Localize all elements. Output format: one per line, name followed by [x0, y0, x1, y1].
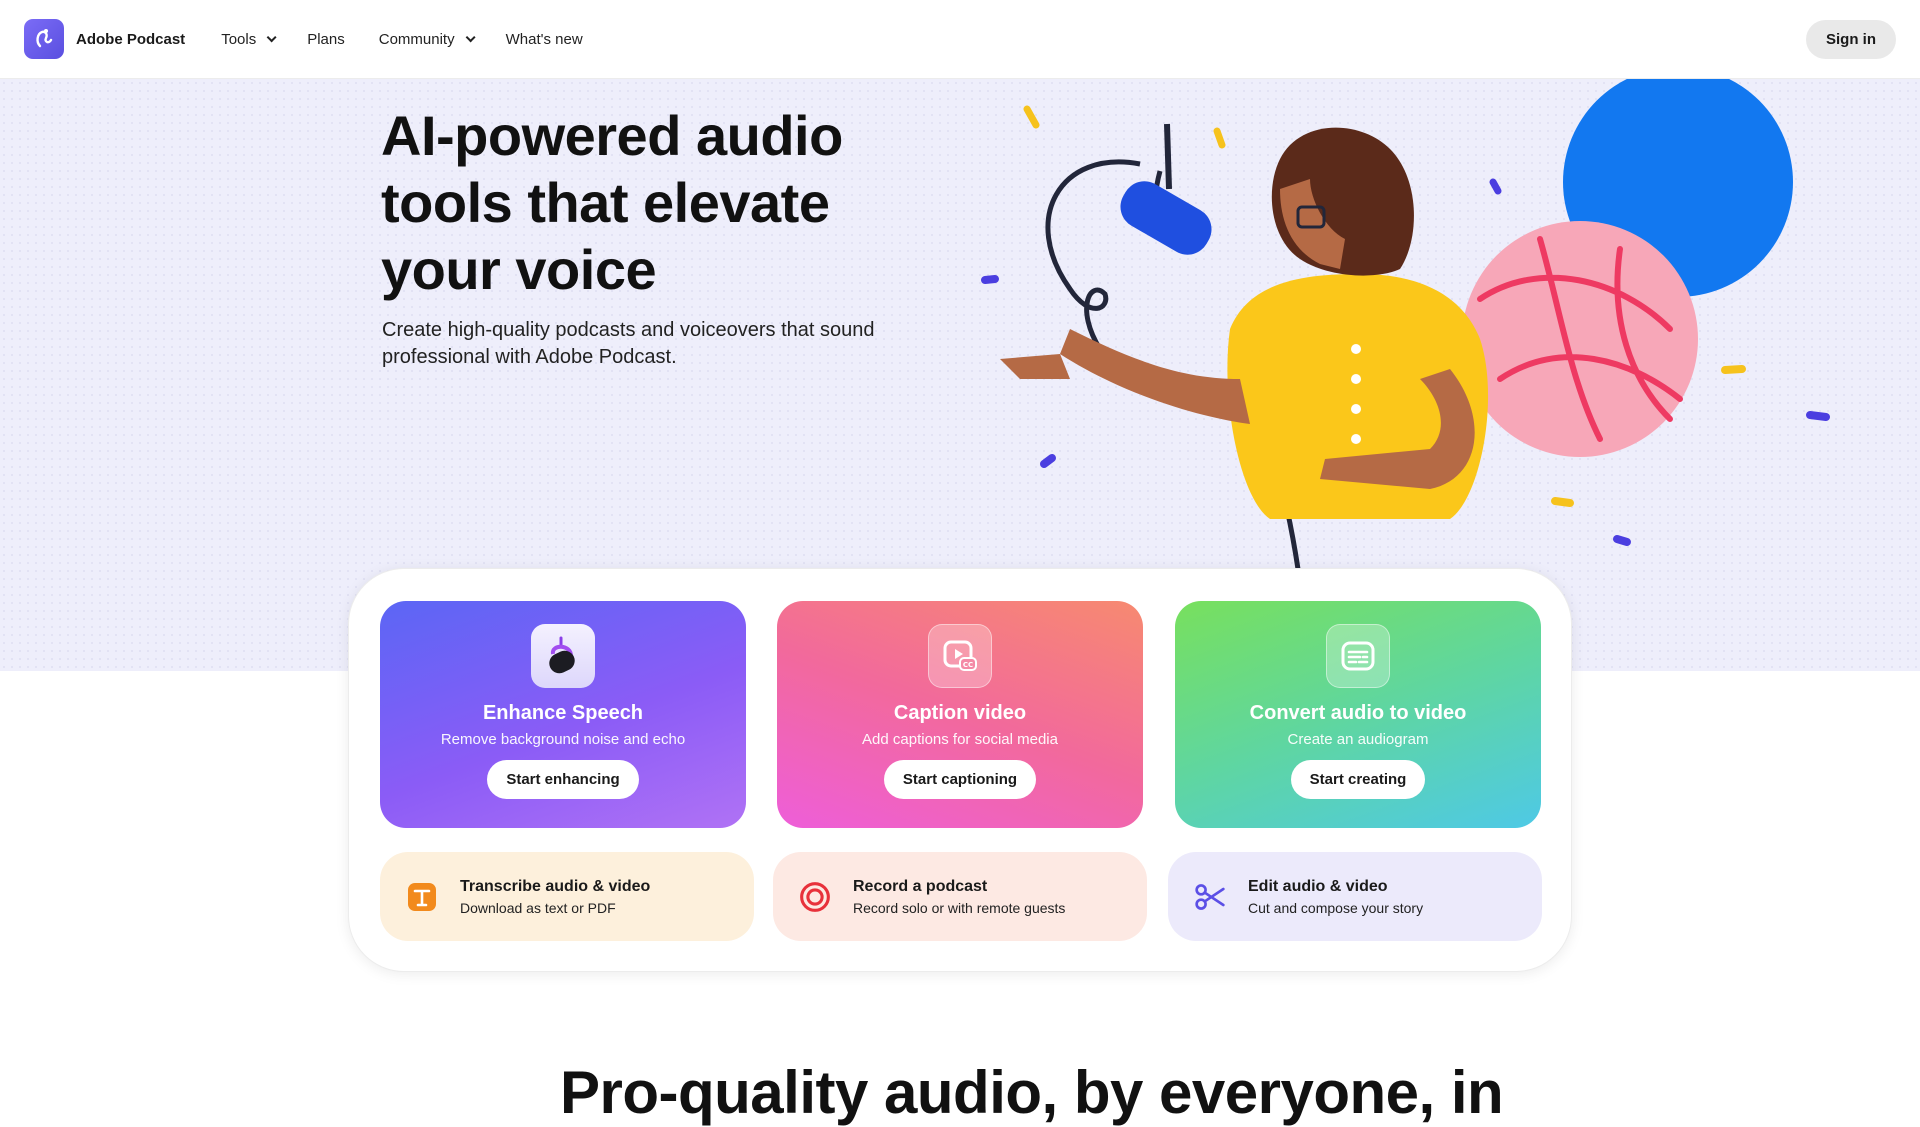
record-podcast-subtitle: Record solo or with remote guests: [853, 899, 1066, 916]
convert-audio-subtitle: Create an audiogram: [1287, 731, 1429, 748]
svg-text:CC: CC: [963, 661, 973, 669]
nav-tools[interactable]: Tools: [221, 30, 277, 48]
edit-audio-video-subtitle: Cut and compose your story: [1248, 899, 1424, 916]
enhance-speech-card[interactable]: Enhance Speech Remove background noise a…: [380, 601, 746, 828]
nav-whats-new[interactable]: What's new: [506, 31, 583, 48]
nav-plans-label: Plans: [307, 30, 345, 48]
nav-tools-label: Tools: [221, 30, 257, 48]
nav-community[interactable]: Community: [378, 30, 476, 48]
start-creating-button[interactable]: Start creating: [1290, 760, 1426, 799]
enhance-speech-subtitle: Remove background noise and echo: [440, 731, 686, 748]
audiogram-icon: [1326, 624, 1390, 688]
nav-whats-new-label: What's new: [505, 30, 583, 48]
caption-video-icon: CC: [928, 624, 992, 688]
start-captioning-button[interactable]: Start captioning: [883, 760, 1037, 799]
adobe-podcast-logo-icon[interactable]: [24, 19, 64, 59]
sign-in-button[interactable]: Sign in: [1806, 20, 1896, 59]
hero-subtitle: Create high-quality podcasts and voiceov…: [382, 319, 875, 368]
convert-audio-title: Convert audio to video: [1249, 702, 1467, 724]
record-podcast-title: Record a podcast: [853, 877, 988, 895]
section-heading: Pro-quality audio, by everyone, in: [560, 1059, 1504, 1126]
nav-plans[interactable]: Plans: [307, 31, 345, 48]
convert-audio-to-video-card[interactable]: Convert audio to video Create an audiogr…: [1175, 601, 1541, 828]
enhance-speech-title: Enhance Speech: [482, 702, 644, 724]
record-icon: [799, 881, 831, 913]
top-navigation: Adobe Podcast Tools Plans Community What…: [0, 0, 1920, 79]
microphone-icon: [531, 624, 595, 688]
scissors-icon: [1194, 881, 1226, 913]
start-enhancing-button[interactable]: Start enhancing: [487, 760, 639, 799]
tools-panel: Enhance Speech Remove background noise a…: [348, 568, 1572, 972]
brand-name[interactable]: Adobe Podcast: [76, 31, 185, 48]
caption-video-title: Caption video: [893, 702, 1027, 724]
podcaster-illustration: [981, 79, 1830, 570]
transcribe-subtitle: Download as text or PDF: [460, 899, 616, 916]
edit-audio-video-title: Edit audio & video: [1248, 877, 1388, 895]
record-podcast-card[interactable]: Record a podcast Record solo or with rem…: [773, 852, 1147, 941]
chevron-down-icon: [465, 31, 476, 42]
caption-video-card[interactable]: CC Caption video Add captions for social…: [777, 601, 1143, 828]
nav-community-label: Community: [378, 30, 455, 48]
transcribe-icon: [406, 881, 438, 913]
edit-audio-video-card[interactable]: Edit audio & video Cut and compose your …: [1168, 852, 1542, 941]
transcribe-card[interactable]: Transcribe audio & video Download as tex…: [380, 852, 754, 941]
transcribe-title: Transcribe audio & video: [460, 877, 651, 895]
hero-title: AI-powered audio tools that elevate your…: [381, 104, 843, 301]
chevron-down-icon: [266, 31, 277, 42]
caption-video-subtitle: Add captions for social media: [862, 731, 1058, 748]
